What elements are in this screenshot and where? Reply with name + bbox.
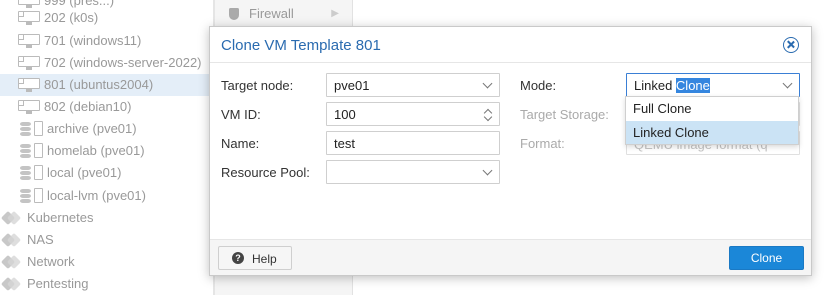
menu-item-label: Firewall: [249, 6, 294, 21]
document-icon: [34, 188, 43, 203]
tree-item-label: 702 (windows-server-2022): [44, 55, 202, 70]
tree-item-label: NAS: [27, 232, 54, 247]
database-icon: [20, 166, 31, 180]
tree-item-label: Network: [27, 254, 75, 269]
tree-item-storage[interactable]: local (pve01): [0, 162, 213, 184]
resource-pool-label: Resource Pool:: [221, 165, 310, 180]
tree-item-label: homelab (pve01): [47, 143, 145, 158]
format-label: Format:: [520, 136, 565, 151]
database-icon: [20, 144, 31, 158]
shield-icon: [229, 8, 239, 20]
tree-item-label: local-lvm (pve01): [47, 188, 146, 203]
help-button[interactable]: ? Help: [218, 246, 292, 270]
tree-item-storage[interactable]: local-lvm (pve01): [0, 185, 213, 207]
tree-item-label: 801 (ubuntus2004): [44, 77, 154, 92]
resource-tree: 999 (pres...) 202 (k0s) 701 (windows11) …: [0, 0, 213, 295]
help-button-label: Help: [252, 252, 277, 266]
menu-item-firewall[interactable]: Firewall ▶: [215, 2, 353, 26]
mode-value: Linked Clone: [634, 78, 710, 93]
dialog-title: Clone VM Template 801: [221, 37, 381, 54]
chevron-down-icon[interactable]: [482, 78, 493, 89]
tags-icon: [3, 212, 17, 224]
tree-item-tag[interactable]: NAS: [0, 229, 213, 251]
mode-value-selected-text: Clone: [675, 78, 710, 93]
name-field[interactable]: test: [326, 131, 500, 155]
tree-item-label: local (pve01): [47, 165, 122, 180]
target-node-label: Target node:: [221, 78, 294, 93]
question-icon: ?: [232, 252, 244, 264]
chevron-right-icon: ▶: [331, 8, 339, 19]
vm-icon: [18, 78, 40, 92]
mode-option-linked-clone[interactable]: Linked Clone: [626, 121, 798, 144]
vm-id-field[interactable]: 100: [326, 102, 500, 126]
tags-icon: [3, 234, 17, 246]
tree-item-vm[interactable]: 701 (windows11): [0, 30, 213, 52]
tree-item-tag[interactable]: Network: [0, 251, 213, 273]
tree-item-tag[interactable]: Kubernetes: [0, 207, 213, 229]
mode-value-text: Linked: [634, 78, 676, 93]
resource-pool-select[interactable]: [326, 160, 500, 184]
target-node-select[interactable]: pve01: [326, 73, 500, 97]
database-icon: [20, 122, 31, 136]
vm-icon: [18, 56, 40, 70]
document-icon: [34, 121, 43, 136]
tree-item-vm-selected[interactable]: 801 (ubuntus2004): [0, 74, 213, 96]
mode-option-full-clone[interactable]: Full Clone: [626, 97, 798, 120]
target-node-value: pve01: [334, 78, 370, 93]
mode-dropdown-list: Full Clone Linked Clone: [625, 96, 799, 145]
mode-select[interactable]: Linked Clone: [626, 73, 800, 97]
tags-icon: [3, 278, 17, 290]
tree-item-label: 802 (debian10): [44, 99, 132, 114]
tree-item-vm[interactable]: 802 (debian10): [0, 96, 213, 118]
document-icon: [34, 165, 43, 180]
chevron-down-icon[interactable]: [782, 78, 793, 89]
tags-icon: [3, 256, 17, 268]
target-storage-label: Target Storage:: [520, 107, 609, 122]
vm-id-value: 100: [334, 107, 356, 122]
tree-item-vm[interactable]: 702 (windows-server-2022): [0, 52, 213, 74]
clone-button[interactable]: Clone: [729, 246, 804, 270]
name-label: Name:: [221, 136, 260, 151]
vm-id-label: VM ID:: [221, 107, 261, 122]
tree-item-label: 701 (windows11): [44, 33, 142, 48]
tree-item-tag[interactable]: Pentesting: [0, 273, 213, 295]
tree-item-storage[interactable]: homelab (pve01): [0, 140, 213, 162]
tree-item-vm[interactable]: 202 (k0s): [0, 7, 213, 29]
vm-icon: [18, 100, 40, 114]
clone-vm-dialog: Clone VM Template 801 Target node: pve01…: [209, 26, 812, 276]
chevron-down-icon[interactable]: [482, 165, 493, 176]
tree-item-storage[interactable]: archive (pve01): [0, 118, 213, 140]
close-icon[interactable]: [783, 37, 799, 53]
tree-item-label: 202 (k0s): [44, 10, 99, 25]
name-value: test: [334, 136, 355, 151]
vm-icon: [18, 34, 40, 48]
document-icon: [34, 143, 43, 158]
mode-label: Mode:: [520, 78, 557, 93]
vm-icon: [18, 11, 40, 25]
tree-item-label: Pentesting: [27, 276, 89, 291]
dialog-header[interactable]: Clone VM Template 801: [210, 27, 811, 63]
dialog-footer: ? Help Clone: [210, 239, 811, 275]
tree-item-label: archive (pve01): [47, 121, 137, 136]
database-icon: [20, 189, 31, 203]
tree-item-label: Kubernetes: [27, 210, 94, 225]
